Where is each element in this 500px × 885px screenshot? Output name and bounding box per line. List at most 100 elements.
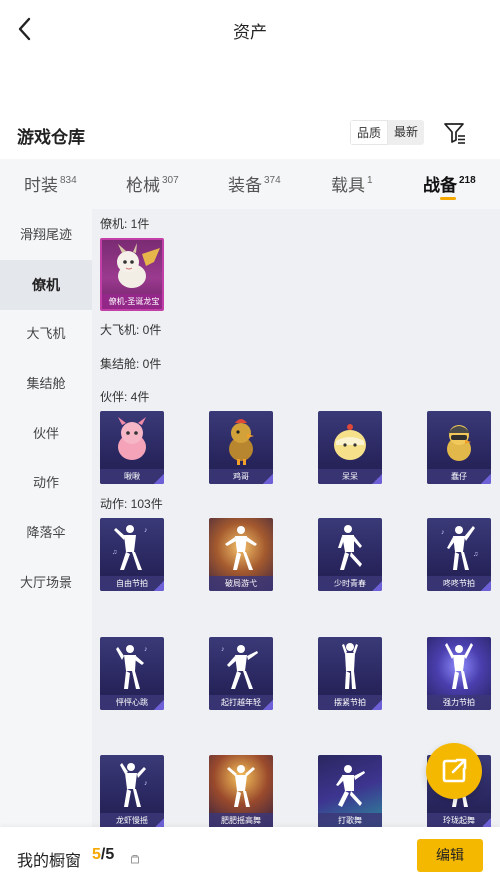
tab-count: 307: [162, 175, 179, 186]
item-card[interactable]: 破局游弋: [209, 518, 273, 591]
dancer-icon: ♪♫: [112, 525, 148, 570]
item-card[interactable]: ♪ ♫ 自由节拍: [100, 518, 164, 591]
category-tabs: 时装 834 枪械 307 装备 374 载具 1 战备 218: [0, 159, 500, 209]
egg-chick-pet-icon: [334, 424, 366, 460]
nav-bar: 资产: [0, 0, 500, 58]
active-tab-indicator: [440, 197, 456, 200]
item-card[interactable]: 肥肥摇高舞: [209, 755, 273, 827]
group-label-wingman: 僚机: 1件: [100, 217, 150, 231]
item-name: 僚机-圣诞龙宝: [102, 294, 162, 309]
sidebar-item-emote[interactable]: 动作: [0, 458, 92, 508]
chicken-pet-icon: [229, 419, 254, 465]
sidebar-item-companion[interactable]: 伙伴: [0, 409, 92, 459]
subcategory-sidebar: 滑翔尾迹 僚机 大飞机 集结舱 伙伴 动作 降落伞 大厅场景: [0, 209, 92, 827]
filter-icon[interactable]: [442, 120, 468, 146]
item-card[interactable]: 僚机-圣诞龙宝: [100, 238, 164, 311]
dancer-icon: [336, 765, 365, 807]
item-card[interactable]: 摆紧节拍: [318, 637, 382, 710]
sidebar-item-lobby-scene[interactable]: 大厅场景: [0, 558, 92, 608]
dancer-icon: ♪♫: [441, 526, 478, 570]
svg-text:♪: ♪: [441, 529, 445, 536]
item-card[interactable]: 蠢仔: [427, 411, 491, 484]
dancer-icon: ♪: [120, 763, 148, 807]
card-corner: [481, 818, 491, 827]
dancer-icon: [227, 765, 255, 807]
warehouse-title: 游戏仓库: [17, 128, 85, 147]
tab-count: 834: [60, 175, 77, 186]
tab-vehicles[interactable]: 载具 1: [331, 171, 373, 196]
item-card[interactable]: 强力节拍: [427, 637, 491, 710]
dancer-icon: ♪: [116, 645, 148, 689]
pink-pet-icon: [118, 417, 146, 460]
tab-guns[interactable]: 枪械 307: [126, 171, 179, 196]
item-card[interactable]: 少时青春: [318, 518, 382, 591]
warehouse-header: 游戏仓库 品质 最新: [0, 115, 500, 159]
showcase-count-max: 5: [105, 846, 115, 863]
page-title: 资产: [233, 23, 267, 42]
group-label-big-plane: 大飞机: 0件: [100, 323, 162, 337]
svg-text:♪: ♪: [144, 646, 148, 653]
card-corner: [372, 700, 382, 710]
tab-label: 装备: [228, 176, 262, 195]
tab-battle-prep[interactable]: 战备 218: [423, 171, 476, 196]
edit-button[interactable]: 编辑: [417, 839, 483, 872]
card-corner: [263, 700, 273, 710]
item-card[interactable]: ♪ ♫ 咚咚节拍: [427, 518, 491, 591]
tab-count: 218: [459, 175, 476, 186]
item-card[interactable]: 打歌舞: [318, 755, 382, 827]
tab-fashion[interactable]: 时装 834: [24, 171, 77, 196]
item-card[interactable]: ♪ 龙虾慢摇: [100, 755, 164, 827]
item-name: 破局游弋: [209, 576, 273, 591]
item-card[interactable]: 啾啾: [100, 411, 164, 484]
item-grid: 僚机: 1件 僚机-圣诞龙宝 大飞机: 0件 集结舱: 0件 伙伴: 4件 啾啾: [92, 209, 500, 827]
dragon-pet-icon: [117, 243, 160, 288]
dancer-icon: [445, 643, 473, 689]
svg-text:♫: ♫: [112, 549, 117, 556]
card-corner: [372, 581, 382, 591]
helmet-chick-pet-icon: [447, 425, 471, 461]
showcase-count: 5/5: [92, 846, 114, 864]
item-card[interactable]: ♪ 怦怦心跳: [100, 637, 164, 710]
card-corner: [154, 581, 164, 591]
card-corner: [263, 474, 273, 484]
card-corner: [154, 818, 164, 827]
tab-label: 时装: [24, 176, 58, 195]
svg-text:♫: ♫: [473, 551, 478, 558]
item-card[interactable]: ♪ 起打越年轻: [209, 637, 273, 710]
showcase-count-current: 5: [92, 846, 101, 863]
share-button[interactable]: [426, 743, 482, 799]
sidebar-item-parachute[interactable]: 降落伞: [0, 508, 92, 558]
sort-toggle: 品质 最新: [350, 120, 425, 145]
tab-label: 载具: [331, 176, 365, 195]
group-label-emote: 动作: 103件: [100, 497, 163, 511]
tab-label: 枪械: [126, 176, 160, 195]
showcase-label: 我的橱窗: [17, 853, 82, 870]
card-corner: [154, 474, 164, 484]
sidebar-item-assembly-pod[interactable]: 集结舱: [0, 359, 92, 409]
sort-quality-button[interactable]: 品质: [350, 120, 389, 145]
tab-label: 战备: [423, 176, 457, 195]
sidebar-item-big-plane[interactable]: 大飞机: [0, 309, 92, 359]
item-name: 强力节拍: [427, 695, 491, 710]
sidebar-item-wingman[interactable]: 僚机: [0, 260, 92, 310]
item-card[interactable]: 鸡哥: [209, 411, 273, 484]
item-name: 打歌舞: [318, 813, 382, 827]
group-label-companion: 伙伴: 4件: [100, 390, 150, 404]
dancer-icon: ♪: [221, 645, 258, 689]
svg-text:♪: ♪: [144, 780, 148, 787]
item-card[interactable]: 呆呆: [318, 411, 382, 484]
svg-text:♪: ♪: [144, 527, 148, 534]
showcase-bar: 我的橱窗 5/5 编辑: [0, 827, 500, 885]
sidebar-item-glide-trail[interactable]: 滑翔尾迹: [0, 210, 92, 260]
sort-newest-button[interactable]: 最新: [388, 120, 424, 145]
dancer-icon: [338, 525, 362, 570]
card-corner: [372, 474, 382, 484]
card-corner: [481, 474, 491, 484]
item-name: 肥肥摇高舞: [209, 813, 273, 827]
info-icon: [130, 851, 140, 864]
dancer-icon: [225, 526, 257, 570]
card-corner: [154, 700, 164, 710]
share-icon: [442, 758, 467, 783]
tab-count: 374: [264, 175, 281, 186]
tab-equipment[interactable]: 装备 374: [228, 171, 281, 196]
